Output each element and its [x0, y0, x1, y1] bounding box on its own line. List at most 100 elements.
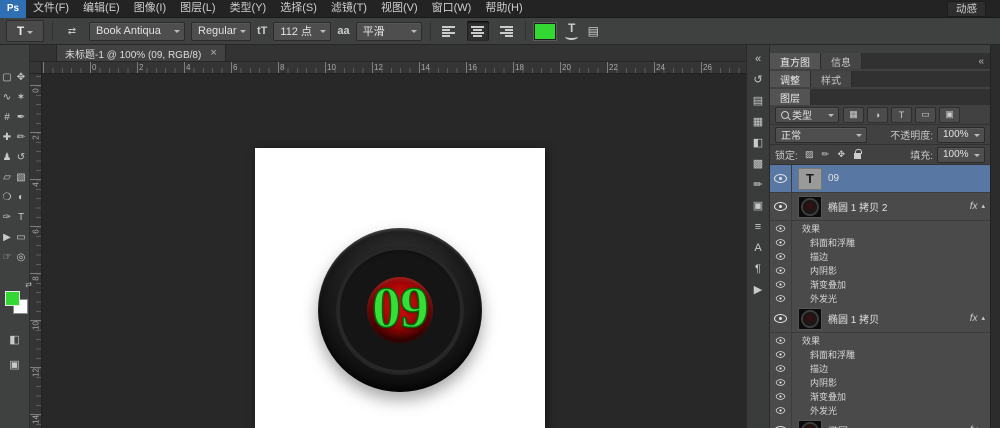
effect-visibility-toggle[interactable] [770, 277, 792, 291]
crop-tool[interactable]: # [0, 107, 14, 127]
history-brush-tool[interactable]: ↺ [14, 147, 28, 167]
screen-mode-icon[interactable]: ▣ [9, 358, 19, 371]
font-size-select[interactable]: 112 点 [273, 22, 331, 41]
ruler-vertical[interactable]: 02468101214 [30, 74, 42, 428]
swap-colors-icon[interactable]: ⇄ [25, 280, 32, 289]
menu-item[interactable]: 文件(F) [26, 0, 76, 17]
layer-effect-row[interactable]: 内阴影 [770, 263, 990, 277]
lasso-tool[interactable]: ∿ [0, 87, 14, 107]
zoom-tool[interactable]: ◎ [14, 247, 28, 267]
pen-tool[interactable]: ✑ [0, 207, 14, 227]
opacity-select[interactable]: 100% [937, 127, 985, 143]
effect-visibility-toggle[interactable] [770, 361, 792, 375]
layer-effect-row[interactable]: 内阴影 [770, 375, 990, 389]
layer-effect-row[interactable]: 斜面和浮雕 [770, 347, 990, 361]
collapse-effects-icon[interactable]: ▴ [981, 315, 985, 322]
effect-visibility-toggle[interactable] [770, 347, 792, 361]
filter-adjustment-layers-icon[interactable]: ◑ [867, 107, 888, 123]
color-panel-icon[interactable]: ◧ [753, 137, 763, 149]
layer-visibility-toggle[interactable] [770, 417, 792, 428]
warp-text-button[interactable]: T [562, 22, 582, 40]
document-tab[interactable]: 未标题-1 @ 100% (09, RGB/8) × [56, 45, 226, 61]
foreground-color-swatch[interactable] [5, 291, 20, 306]
collapse-dock-icon[interactable]: « [755, 53, 761, 65]
blur-tool[interactable]: ❍ [0, 187, 14, 207]
font-family-select[interactable]: Book Antiqua [89, 22, 185, 41]
filter-shape-layers-icon[interactable]: ▭ [915, 107, 936, 123]
type-tool[interactable]: T [14, 207, 28, 227]
history-panel-icon[interactable]: ↺ [753, 74, 762, 86]
align-center-button[interactable] [467, 21, 489, 41]
layer-effect-row[interactable]: 外发光 [770, 403, 990, 417]
menu-item[interactable]: 滤镜(T) [324, 0, 374, 17]
menu-item[interactable]: 帮助(H) [478, 0, 529, 17]
navigator-panel-icon[interactable]: ▦ [753, 116, 763, 128]
layer-effect-row[interactable]: 效果 [770, 221, 990, 235]
move-tool[interactable]: ✥ [14, 67, 28, 87]
font-style-select[interactable]: Regular [191, 22, 251, 41]
tool-preset-picker[interactable]: T [6, 20, 44, 42]
blend-mode-select[interactable]: 正常 [775, 127, 867, 143]
ruler-horizontal[interactable]: 02468101214161820222426 [42, 62, 746, 74]
panel-tab-layers[interactable]: 图层 [770, 89, 811, 105]
effect-visibility-toggle[interactable] [770, 249, 792, 263]
swatches-panel-icon[interactable]: ▩ [753, 158, 763, 170]
clone-source-panel-icon[interactable]: ▣ [753, 200, 763, 212]
menu-item[interactable]: 编辑(E) [76, 0, 127, 17]
effect-visibility-toggle[interactable] [770, 389, 792, 403]
toggle-character-panel-button[interactable]: ▤ [588, 24, 599, 38]
text-color-swatch[interactable] [534, 23, 556, 40]
filter-pixel-layers-icon[interactable]: ▦ [843, 107, 864, 123]
brush-panel-icon[interactable]: ✏ [753, 179, 762, 191]
eyedropper-tool[interactable]: ✒ [14, 107, 28, 127]
lock-position-icon[interactable]: ✥ [834, 147, 849, 162]
eraser-tool[interactable]: ▱ [0, 167, 14, 187]
effect-visibility-toggle[interactable] [770, 291, 792, 305]
brush-tool[interactable]: ✏ [14, 127, 28, 147]
rectangular-marquee-tool[interactable]: ▢ [0, 67, 14, 87]
panel-tab-histogram[interactable]: 直方图 [770, 53, 821, 69]
paragraph-styles-panel-icon[interactable]: ≡ [755, 221, 761, 233]
effect-visibility-toggle[interactable] [770, 403, 792, 417]
quick-selection-tool[interactable]: ✶ [14, 87, 28, 107]
menu-item[interactable]: 图层(L) [173, 0, 222, 17]
layer-filter-type-select[interactable]: 类型 [775, 107, 839, 123]
quick-mask-icon[interactable]: ◧ [9, 333, 19, 346]
layer-row[interactable]: 椭圆 1 拷贝fx▴ [770, 305, 990, 333]
panel-tab-styles[interactable]: 样式 [811, 71, 852, 87]
menu-item[interactable]: 图像(I) [127, 0, 173, 17]
filter-smart-objects-icon[interactable]: ▣ [939, 107, 960, 123]
path-selection-tool[interactable]: ▶ [0, 227, 14, 247]
healing-brush-tool[interactable]: ✚ [0, 127, 14, 147]
timeline-panel-icon[interactable]: ▶ [754, 284, 762, 296]
dodge-tool[interactable]: ◐ [14, 187, 28, 207]
layer-row[interactable]: 椭圆 1 拷贝 2fx▴ [770, 193, 990, 221]
layer-row[interactable]: 椭圆 1fx▴ [770, 417, 990, 428]
layer-effect-row[interactable]: 外发光 [770, 291, 990, 305]
layer-effect-row[interactable]: 描边 [770, 361, 990, 375]
text-orientation-toggle[interactable]: ⇄ [61, 21, 83, 41]
character-panel-icon[interactable]: A [754, 242, 761, 254]
lock-image-pixels-icon[interactable]: ✏ [818, 147, 833, 162]
close-icon[interactable]: × [210, 48, 216, 58]
fill-select[interactable]: 100% [937, 147, 985, 163]
layer-effect-row[interactable]: 描边 [770, 249, 990, 263]
layer-thumbnail[interactable]: T [798, 168, 822, 190]
effect-visibility-toggle[interactable] [770, 235, 792, 249]
panel-tab-info[interactable]: 信息 [821, 53, 862, 69]
document-canvas[interactable]: 09 [255, 148, 545, 428]
effect-visibility-toggle[interactable] [770, 375, 792, 389]
collapse-panels-icon[interactable]: « [978, 53, 984, 69]
gradient-tool[interactable]: ▧ [14, 167, 28, 187]
workspace-switcher[interactable]: 动感 [947, 1, 986, 17]
menu-item[interactable]: 类型(Y) [223, 0, 274, 17]
layer-visibility-toggle[interactable] [770, 193, 792, 220]
collapse-effects-icon[interactable]: ▴ [981, 203, 985, 210]
layer-visibility-toggle[interactable] [770, 305, 792, 332]
layer-thumbnail[interactable] [798, 308, 822, 330]
layer-effect-row[interactable]: 渐变叠加 [770, 277, 990, 291]
layer-thumbnail[interactable] [798, 420, 822, 428]
menu-item[interactable]: 选择(S) [273, 0, 324, 17]
layer-row[interactable]: T09 [770, 165, 990, 193]
paragraph-panel-icon[interactable]: ¶ [755, 263, 761, 275]
